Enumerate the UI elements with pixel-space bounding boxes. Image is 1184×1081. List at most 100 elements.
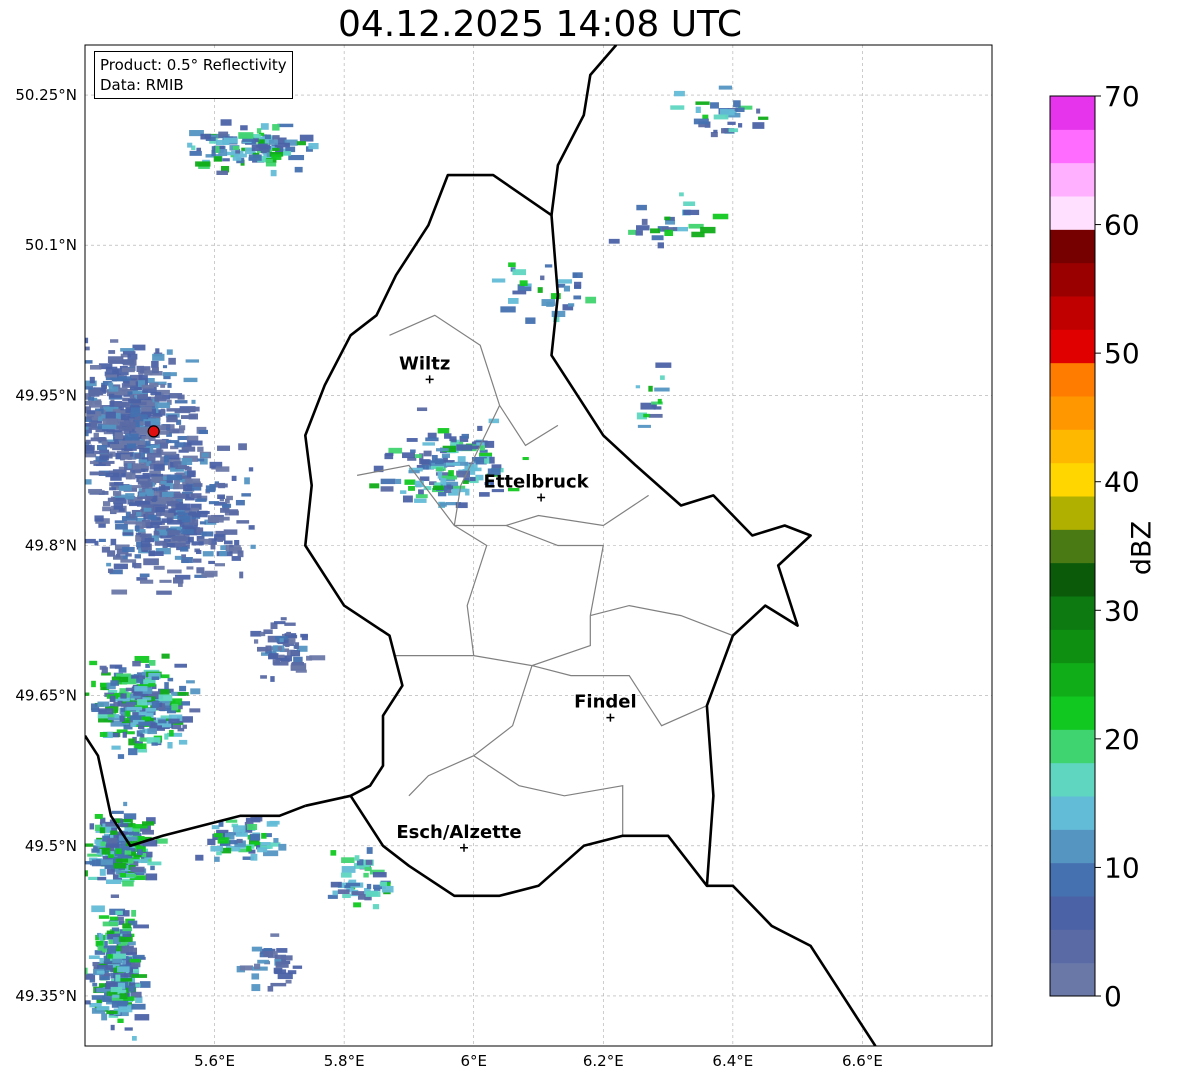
echo-cell — [124, 710, 131, 717]
echo-cell — [134, 686, 148, 692]
city-label: Findel — [574, 692, 637, 713]
echo-cell — [353, 902, 362, 908]
echo-cell — [114, 402, 130, 407]
echo-cell — [188, 406, 200, 412]
echo-cell — [85, 439, 91, 444]
echo-cell — [115, 858, 129, 863]
echo-cell — [174, 555, 182, 560]
echo-cell — [85, 444, 86, 449]
echo-cell — [418, 489, 424, 495]
echo-cell — [72, 426, 79, 431]
echo-cell — [229, 509, 239, 516]
lon-tick-label: 5.8°E — [324, 1052, 365, 1070]
echo-cell — [74, 374, 79, 379]
echo-cell — [56, 405, 62, 410]
echo-cell — [139, 573, 150, 578]
echo-cell — [167, 742, 173, 749]
echo-cell — [284, 622, 296, 626]
echo-cell — [71, 411, 75, 416]
echo-cell — [143, 507, 152, 512]
echo-cell — [195, 161, 211, 167]
echo-cell — [445, 462, 461, 466]
echo-cell — [129, 958, 141, 963]
echo-cell — [131, 1035, 137, 1041]
echo-cell — [129, 831, 140, 836]
echo-cell — [437, 471, 443, 479]
echo-cell — [309, 655, 326, 661]
colorbar-segment — [1050, 662, 1095, 697]
echo-cell — [500, 306, 516, 313]
echo-cell — [193, 483, 203, 487]
echo-cell — [404, 479, 416, 485]
colorbar-unit-label: dBZ — [1126, 520, 1158, 576]
echo-cell — [265, 162, 277, 167]
echo-cell — [151, 701, 160, 708]
echo-cell — [99, 732, 108, 737]
echo-cell — [110, 986, 123, 993]
echo-cell — [191, 541, 204, 546]
echo-cell — [235, 499, 245, 506]
echo-cell — [119, 993, 128, 999]
echo-cell — [296, 141, 306, 146]
echo-cell — [265, 645, 272, 651]
echo-cell — [128, 985, 136, 992]
echo-cell — [291, 662, 304, 666]
echo-cell — [131, 909, 137, 917]
colorbar-segment — [1050, 496, 1095, 530]
echo-cell — [89, 376, 95, 384]
echo-cell — [98, 915, 110, 919]
echo-cell — [253, 639, 259, 644]
echo-cell — [251, 984, 261, 992]
echo-cell — [195, 498, 207, 502]
echo-cell — [210, 543, 216, 550]
echo-cell — [253, 963, 261, 970]
echo-cell — [660, 375, 665, 380]
echo-cell — [136, 849, 143, 855]
echo-cell — [217, 837, 230, 844]
echo-cell — [107, 945, 117, 950]
echo-cell — [85, 431, 89, 437]
echo-cell — [197, 458, 205, 462]
echo-cell — [260, 123, 269, 130]
echo-cell — [102, 418, 118, 425]
colorbar-segment — [1050, 829, 1095, 864]
echo-cell — [122, 923, 131, 929]
echo-cell — [113, 862, 127, 869]
echo-cell — [636, 204, 647, 211]
echo-cell — [479, 492, 490, 497]
echo-cell — [670, 105, 685, 110]
echo-cell — [107, 837, 118, 844]
echo-cell — [186, 680, 195, 684]
echo-cell — [181, 557, 193, 563]
echo-cell — [119, 823, 129, 827]
echo-cell — [720, 109, 735, 116]
echo-cell — [164, 682, 169, 690]
echo-cell — [512, 269, 527, 276]
echo-cell — [512, 290, 527, 295]
echo-cell — [372, 872, 387, 878]
echo-cell — [213, 156, 222, 162]
echo-cell — [211, 825, 220, 830]
echo-cell — [683, 209, 700, 216]
echo-cell — [101, 667, 108, 674]
echo-cell — [133, 690, 143, 696]
echo-cell — [122, 532, 134, 536]
echo-cell — [88, 955, 100, 960]
echo-cell — [508, 262, 516, 268]
echo-cell — [96, 970, 105, 974]
echo-cell — [51, 447, 62, 451]
colorbar-tick-label: 50 — [1104, 337, 1140, 370]
echo-cell — [134, 525, 140, 532]
echo-cell — [168, 357, 176, 365]
echo-cell — [664, 216, 671, 221]
echo-cell — [141, 384, 155, 389]
echo-cell — [106, 562, 112, 567]
echo-cell — [115, 974, 121, 982]
echo-cell — [105, 374, 118, 378]
echo-cell — [98, 933, 104, 941]
echo-cell — [727, 121, 736, 125]
echo-cell — [738, 123, 743, 128]
echo-cell — [138, 721, 151, 726]
echo-cell — [115, 553, 121, 558]
echo-cell — [129, 502, 139, 507]
